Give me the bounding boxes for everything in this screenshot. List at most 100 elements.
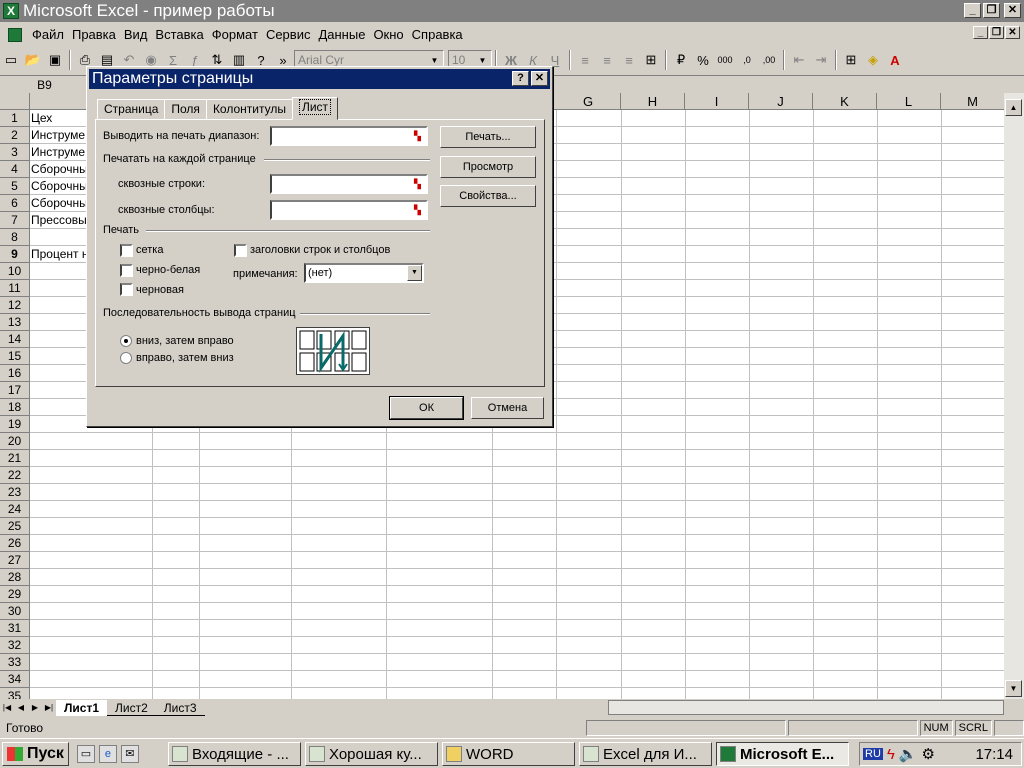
- row-header[interactable]: 2: [0, 127, 30, 144]
- row-header[interactable]: 9: [0, 246, 30, 263]
- menu-help[interactable]: Справка: [408, 27, 467, 42]
- row-header[interactable]: 24: [0, 501, 30, 518]
- range-select-icon[interactable]: ▚: [410, 177, 425, 191]
- row-header[interactable]: 1: [0, 110, 30, 127]
- minimize-button[interactable]: _: [964, 3, 981, 18]
- increase-indent-icon[interactable]: ⇥: [810, 49, 832, 71]
- volume-icon[interactable]: 🔈: [899, 745, 918, 763]
- row-header[interactable]: 26: [0, 535, 30, 552]
- vertical-scrollbar[interactable]: ▲ ▼: [1004, 93, 1024, 699]
- row-header[interactable]: 23: [0, 484, 30, 501]
- row-header[interactable]: 7: [0, 212, 30, 229]
- next-sheet-icon[interactable]: ▶: [28, 700, 42, 715]
- start-button[interactable]: Пуск: [2, 741, 69, 766]
- cell-a2[interactable]: Инструме: [31, 127, 85, 144]
- black-white-checkbox[interactable]: [120, 264, 133, 277]
- row-header[interactable]: 16: [0, 365, 30, 382]
- open-icon[interactable]: 📂: [22, 49, 44, 71]
- thousands-icon[interactable]: 000: [714, 49, 736, 71]
- menu-insert[interactable]: Вставка: [151, 27, 207, 42]
- column-header[interactable]: L: [877, 93, 941, 110]
- column-header[interactable]: H: [621, 93, 685, 110]
- row-header[interactable]: 11: [0, 280, 30, 297]
- scroll-down-icon[interactable]: ▼: [1005, 680, 1022, 697]
- doc-minimize-button[interactable]: _: [973, 26, 988, 39]
- task-excel-active[interactable]: Microsoft E...: [716, 742, 849, 766]
- workbook-icon[interactable]: [8, 27, 22, 42]
- cell-a4[interactable]: Сборочны: [31, 161, 88, 178]
- borders-icon[interactable]: ⊞: [840, 49, 862, 71]
- properties-button[interactable]: Свойства...: [440, 185, 536, 207]
- rows-to-repeat-input[interactable]: ▚: [270, 174, 428, 194]
- down-then-over-radio[interactable]: [120, 335, 132, 347]
- new-icon[interactable]: ▭: [0, 49, 22, 71]
- row-header[interactable]: 22: [0, 467, 30, 484]
- increase-decimal-icon[interactable]: ,0: [736, 49, 758, 71]
- menu-file[interactable]: Файл: [28, 27, 68, 42]
- row-header[interactable]: 19: [0, 416, 30, 433]
- cell-a7[interactable]: Прессовы: [31, 212, 87, 229]
- select-all-corner[interactable]: [0, 93, 30, 110]
- task-inbox[interactable]: Входящие - ...: [168, 742, 301, 766]
- task-excel-book[interactable]: Excel для И...: [579, 742, 712, 766]
- row-header[interactable]: 14: [0, 331, 30, 348]
- doc-close-button[interactable]: ✕: [1005, 26, 1020, 39]
- range-select-icon[interactable]: ▚: [410, 203, 425, 217]
- row-header[interactable]: 8: [0, 229, 30, 246]
- task-word-doc[interactable]: Хорошая ку...: [305, 742, 438, 766]
- sheet-tab-3[interactable]: Лист3: [155, 700, 205, 716]
- range-select-icon[interactable]: ▚: [410, 129, 425, 143]
- row-header[interactable]: 10: [0, 263, 30, 280]
- row-header[interactable]: 35: [0, 688, 30, 699]
- menu-window[interactable]: Окно: [369, 27, 407, 42]
- tab-page[interactable]: Страница: [97, 99, 166, 120]
- row-header[interactable]: 30: [0, 603, 30, 620]
- row-header[interactable]: 27: [0, 552, 30, 569]
- row-header[interactable]: 32: [0, 637, 30, 654]
- over-then-down-radio[interactable]: [120, 352, 132, 364]
- row-header[interactable]: 20: [0, 433, 30, 450]
- row-header[interactable]: 25: [0, 518, 30, 535]
- font-color-icon[interactable]: A: [884, 49, 906, 71]
- column-header[interactable]: M: [941, 93, 1004, 110]
- menu-edit[interactable]: Правка: [68, 27, 120, 42]
- doc-restore-button[interactable]: ❐: [989, 26, 1004, 39]
- outlook-icon[interactable]: ✉: [120, 744, 139, 763]
- align-left-icon[interactable]: ≡: [574, 49, 596, 71]
- cell-a6[interactable]: Сборочны: [31, 195, 88, 212]
- scroll-up-icon[interactable]: ▲: [1005, 99, 1022, 116]
- currency-icon[interactable]: ₽: [670, 49, 692, 71]
- column-header[interactable]: I: [685, 93, 749, 110]
- align-right-icon[interactable]: ≡: [618, 49, 640, 71]
- menu-tools[interactable]: Сервис: [262, 27, 315, 42]
- name-box[interactable]: B9: [0, 76, 90, 94]
- row-header[interactable]: 3: [0, 144, 30, 161]
- network-icon[interactable]: ⚙: [922, 745, 935, 763]
- restore-button[interactable]: ❐: [983, 3, 1000, 18]
- sheet-tab-1[interactable]: Лист1: [56, 699, 108, 716]
- sheet-tab-2[interactable]: Лист2: [107, 700, 156, 716]
- prev-sheet-icon[interactable]: ◀: [14, 700, 28, 715]
- row-header[interactable]: 13: [0, 314, 30, 331]
- tab-sheet[interactable]: Лист: [291, 97, 339, 120]
- gridlines-checkbox[interactable]: [120, 244, 133, 257]
- row-header[interactable]: 18: [0, 399, 30, 416]
- task-folder[interactable]: WORD: [442, 742, 575, 766]
- tab-margins[interactable]: Поля: [164, 99, 207, 120]
- tab-header-footer[interactable]: Колонтитулы: [205, 99, 293, 120]
- cancel-button[interactable]: Отмена: [471, 397, 544, 419]
- menu-format[interactable]: Формат: [208, 27, 262, 42]
- row-header[interactable]: 34: [0, 671, 30, 688]
- last-sheet-icon[interactable]: ▶|: [42, 700, 56, 715]
- align-center-icon[interactable]: ≡: [596, 49, 618, 71]
- cell-a3[interactable]: Инструме: [31, 144, 85, 161]
- print-button[interactable]: Печать...: [440, 126, 536, 148]
- cell-a1[interactable]: Цех: [31, 110, 52, 127]
- ie-icon[interactable]: e: [98, 744, 117, 763]
- percent-icon[interactable]: %: [692, 49, 714, 71]
- row-header[interactable]: 21: [0, 450, 30, 467]
- column-header[interactable]: J: [749, 93, 813, 110]
- row-header[interactable]: 12: [0, 297, 30, 314]
- row-header[interactable]: 17: [0, 382, 30, 399]
- row-header[interactable]: 6: [0, 195, 30, 212]
